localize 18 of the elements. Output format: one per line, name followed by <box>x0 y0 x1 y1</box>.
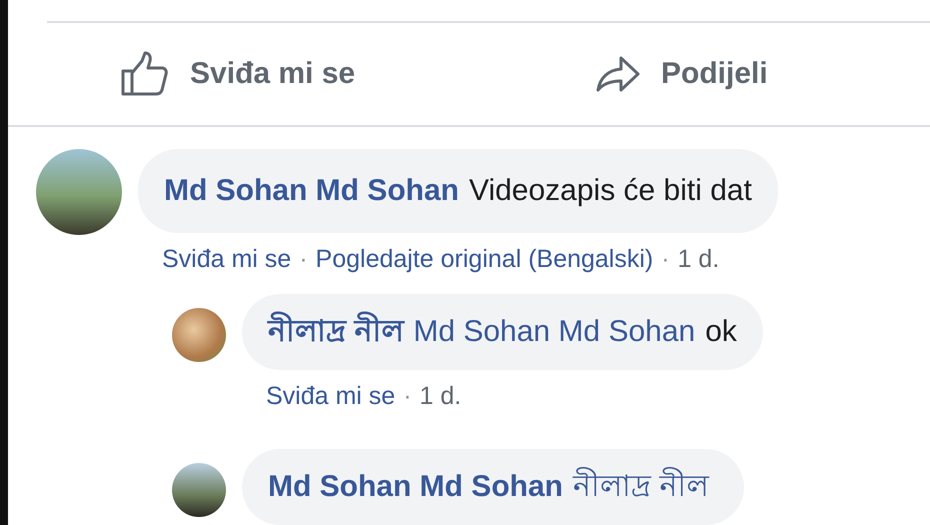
mention-link[interactable]: Md Sohan Md Sohan <box>413 314 696 348</box>
mention-link[interactable]: নীলাদ্র নীল <box>572 470 708 503</box>
comment-action-link[interactable]: Pogledajte original (Bengalski) <box>316 244 654 274</box>
separator-dot: · <box>661 244 670 274</box>
comment-text: Videozapis će biti dat <box>468 174 752 207</box>
timestamp: 1 d. <box>678 244 720 274</box>
separator-dot: · <box>299 244 308 274</box>
thumbs-up-icon <box>120 50 170 97</box>
comment-text: ok <box>705 314 737 348</box>
share-arrow-icon <box>595 54 641 93</box>
separator-dot: · <box>403 382 412 411</box>
timestamp: 1 d. <box>420 382 462 411</box>
share-button[interactable]: Podijeli <box>455 54 930 93</box>
comment-action-link[interactable]: Sviđa mi se <box>162 244 292 274</box>
author-link[interactable]: Md Sohan Md Sohan <box>268 470 563 503</box>
like-button[interactable]: Sviđa mi se <box>8 50 455 97</box>
comment-action-link[interactable]: Sviđa mi se <box>266 382 396 411</box>
author-link[interactable]: Md Sohan Md Sohan <box>164 174 459 207</box>
